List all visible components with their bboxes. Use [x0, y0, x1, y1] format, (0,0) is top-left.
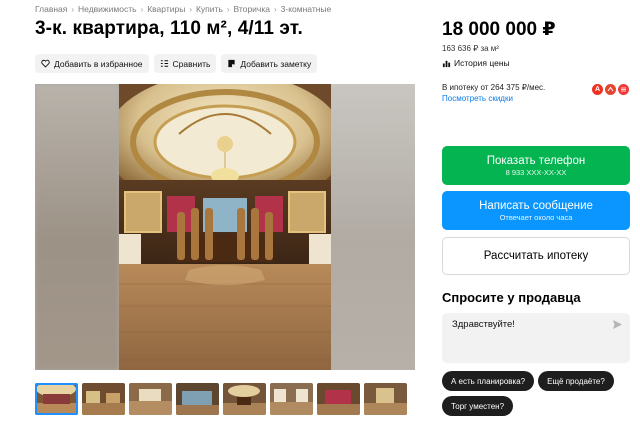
thumbnail[interactable] — [364, 383, 407, 415]
listing-actions: Добавить в избранное Сравнить Добавить з… — [35, 54, 318, 73]
send-icon[interactable] — [612, 319, 623, 330]
quick-questions: А есть планировка? Ещё продаёте? Торг ум… — [442, 371, 632, 416]
ask-seller-message: Здравствуйте! — [452, 319, 515, 330]
main-photo[interactable] — [119, 84, 331, 370]
compare-button[interactable]: Сравнить — [153, 54, 217, 73]
write-message-button[interactable]: Написать сообщение Отвечает около часа — [442, 191, 630, 230]
compare-label: Сравнить — [172, 58, 211, 69]
breadcrumb-secondary[interactable]: Вторичка — [234, 4, 270, 14]
bar-chart-icon — [442, 60, 451, 67]
breadcrumb-buy[interactable]: Купить — [196, 4, 223, 14]
add-note-button[interactable]: Добавить заметку — [221, 54, 318, 73]
chip-still-selling-question[interactable]: Ещё продаёте? — [538, 371, 614, 391]
thumbnail[interactable] — [270, 383, 313, 415]
mortgage-info: В ипотеку от 264 375 ₽/мес. Посмотреть с… — [442, 82, 545, 104]
add-to-favorites-label: Добавить в избранное — [54, 58, 143, 69]
ask-seller-title: Спросите у продавца — [442, 290, 581, 305]
thumbnail[interactable] — [129, 383, 172, 415]
bank-icon — [605, 84, 616, 95]
add-to-favorites-button[interactable]: Добавить в избранное — [35, 54, 149, 73]
gallery-blur-left — [35, 84, 119, 370]
chevron-right-icon: › — [189, 4, 192, 14]
thumbnail[interactable] — [223, 383, 266, 415]
breadcrumb-home[interactable]: Главная — [35, 4, 67, 14]
breadcrumb-realty[interactable]: Недвижимость — [78, 4, 136, 14]
price-per-sqm: 163 636 ₽ за м² — [442, 44, 499, 53]
chip-layout-question[interactable]: А есть планировка? — [442, 371, 535, 391]
chevron-right-icon: › — [226, 4, 230, 14]
bank-logos: А — [592, 84, 629, 95]
price: 18 000 000 ₽ — [442, 19, 556, 40]
chevron-right-icon: › — [140, 4, 144, 14]
thumbnail[interactable] — [82, 383, 125, 415]
show-phone-button[interactable]: Показать телефон 8 933 XXX-XX-XX — [442, 146, 630, 185]
calc-mortgage-label: Рассчитать ипотеку — [483, 250, 589, 262]
thumbnail[interactable] — [35, 383, 78, 415]
photo-gallery[interactable] — [35, 84, 415, 370]
price-history-link[interactable]: История цены — [442, 58, 510, 68]
calc-mortgage-button[interactable]: Рассчитать ипотеку — [442, 237, 630, 275]
chevron-right-icon: › — [71, 4, 75, 14]
reply-time: Отвечает около часа — [499, 212, 573, 222]
compare-icon — [160, 60, 168, 67]
heart-icon — [41, 59, 50, 68]
price-history-label: История цены — [454, 58, 510, 68]
thumbnail[interactable] — [176, 383, 219, 415]
chevron-right-icon: › — [273, 4, 277, 14]
note-icon — [228, 59, 236, 68]
phone-masked: 8 933 XXX-XX-XX — [505, 167, 567, 177]
gallery-blur-right — [331, 84, 415, 370]
thumbnail-strip — [35, 383, 407, 415]
listing-title: 3-к. квартира, 110 м², 4/11 эт. — [35, 18, 303, 39]
breadcrumb-3-rooms[interactable]: 3-комнатные — [281, 4, 332, 14]
view-discounts-link[interactable]: Посмотреть скидки — [442, 93, 545, 104]
mortgage-monthly: В ипотеку от 264 375 ₽/мес. — [442, 83, 546, 92]
breadcrumb-apartments[interactable]: Квартиры — [147, 4, 185, 14]
add-note-label: Добавить заметку — [240, 58, 312, 69]
show-phone-label: Показать телефон — [486, 154, 586, 167]
bank-icon — [618, 84, 629, 95]
breadcrumb: Главная › Недвижимость › Квартиры › Купи… — [35, 4, 331, 14]
write-message-label: Написать сообщение — [479, 199, 593, 212]
ask-seller-input[interactable]: Здравствуйте! — [442, 313, 630, 363]
alfa-bank-icon: А — [592, 84, 603, 95]
thumbnail[interactable] — [317, 383, 360, 415]
chip-bargain-question[interactable]: Торг уместен? — [442, 396, 514, 416]
